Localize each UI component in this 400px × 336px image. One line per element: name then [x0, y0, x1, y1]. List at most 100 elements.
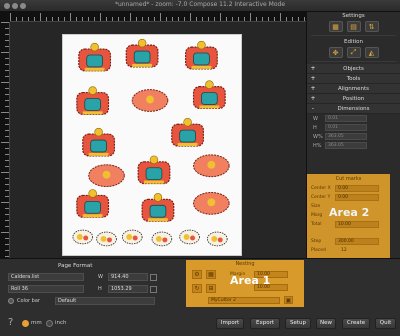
cut-step-field[interactable]: 300.00 [335, 238, 379, 245]
ruler-tick [154, 17, 155, 21]
section-objects[interactable]: + Objects [307, 64, 400, 74]
cut-label: Center X [311, 186, 331, 191]
ruler-tick [70, 13, 71, 21]
divider [311, 35, 396, 36]
sticker[interactable] [125, 38, 159, 68]
dimension-label: H [313, 124, 317, 131]
dimension-w-field[interactable]: 0.01 [325, 115, 367, 122]
ruler-tick [1, 232, 9, 233]
lock-icon[interactable] [150, 273, 157, 281]
ruler-tick [1, 52, 9, 53]
nest-rotate-icon[interactable]: ↻ [192, 284, 202, 293]
sticker[interactable] [121, 229, 143, 245]
color-bar-checkbox[interactable] [8, 298, 14, 304]
dimension-h-percent-field[interactable]: 363.05 [325, 142, 367, 149]
page-format-title: Page Format [58, 263, 93, 269]
ruler-tick [244, 17, 245, 21]
cut-label: Total [311, 222, 322, 227]
sticker[interactable] [82, 127, 116, 157]
section-alignments[interactable]: + Alignments [307, 84, 400, 94]
sticker[interactable] [131, 89, 169, 112]
ruler-tick [46, 17, 47, 21]
sticker[interactable] [76, 188, 110, 218]
print-page[interactable] [62, 34, 242, 256]
layout-icon[interactable]: ▤ [346, 21, 361, 32]
sticker[interactable] [192, 80, 226, 110]
move-icon[interactable]: ✥ [328, 47, 343, 58]
sticker[interactable] [137, 155, 171, 185]
sticker[interactable] [185, 40, 218, 70]
color-bar-select[interactable]: Default [55, 297, 155, 305]
ruler-tick [232, 17, 233, 21]
dimension-label: W% [313, 133, 323, 140]
ruler-tick [5, 184, 9, 185]
roll-select[interactable]: Roll 36 [8, 285, 84, 293]
ruler-tick [5, 64, 9, 65]
ruler-tick [220, 13, 221, 21]
dimension-w-percent-field[interactable]: 363.05 [325, 133, 367, 140]
ruler-tick [166, 17, 167, 21]
sticker[interactable] [151, 231, 173, 247]
section-label: Tools [346, 75, 361, 82]
horizontal-ruler [10, 12, 306, 22]
unit-inch-radio[interactable] [46, 320, 53, 327]
fit-icon[interactable] [150, 285, 157, 293]
dimension-h-field[interactable]: 0.01 [325, 124, 367, 131]
sticker[interactable] [76, 86, 110, 115]
sticker[interactable] [88, 164, 125, 188]
page-height-field[interactable]: 1053.29 [108, 285, 148, 293]
printer-select[interactable]: Caldera.list [8, 273, 84, 281]
settings-toolbar: ▦ ▤ ⇅ [307, 20, 400, 33]
sticker[interactable] [72, 229, 94, 245]
setup-button[interactable]: Setup [285, 318, 311, 329]
sticker[interactable] [193, 191, 230, 215]
import-button[interactable]: Import [216, 318, 244, 329]
sticker[interactable] [179, 229, 200, 245]
ruler-tick [1, 172, 9, 173]
ruler-tick [5, 250, 9, 251]
cut-label: Placed [311, 248, 326, 253]
export-button[interactable]: Export [250, 318, 280, 329]
nest-grid-icon[interactable]: ▦ [206, 270, 216, 279]
sticker[interactable] [96, 231, 117, 247]
ruler-tick [118, 17, 119, 21]
ruler-tick [88, 17, 89, 21]
nest-align-icon[interactable]: ⊞ [206, 284, 216, 293]
section-dimensions[interactable]: - Dimensions [307, 104, 400, 114]
ruler-tick [1, 112, 9, 113]
help-icon[interactable]: ? [8, 317, 13, 328]
ruler-tick [238, 17, 239, 21]
expand-icon: + [310, 75, 316, 82]
ruler-tick [178, 17, 179, 21]
dimension-h-percent: H% 363.05 [307, 141, 400, 150]
sticker[interactable] [206, 231, 228, 247]
ruler-tick [286, 17, 287, 21]
unit-mm-radio[interactable] [22, 320, 29, 327]
ruler-tick [268, 17, 269, 21]
cut-total-field[interactable]: 10.00 [335, 221, 379, 228]
section-position[interactable]: + Position [307, 94, 400, 104]
cutter-settings-icon[interactable]: ▣ [284, 296, 293, 304]
new-button[interactable]: New [316, 318, 336, 329]
sticker[interactable] [193, 154, 230, 178]
sticker[interactable] [141, 192, 175, 222]
properties-panel: Settings ▦ ▤ ⇅ Edition ✥ ⤢ ◭ + Objects +… [306, 12, 400, 270]
sticker[interactable] [78, 42, 112, 72]
sticker[interactable] [171, 117, 205, 147]
nest-auto-icon[interactable]: ⚙ [192, 270, 202, 279]
grid-icon[interactable]: ▦ [328, 21, 343, 32]
create-button[interactable]: Create [342, 318, 370, 329]
section-tools[interactable]: + Tools [307, 74, 400, 84]
cutter-select[interactable]: MyCutter 2 [208, 297, 280, 304]
cut-center-y-field[interactable]: 0.00 [335, 194, 379, 201]
cut-center-x-field[interactable]: 0.00 [335, 185, 379, 192]
shape-icon[interactable]: ◭ [364, 47, 379, 58]
page-width-field[interactable]: 914.40 [108, 273, 148, 281]
sort-icon[interactable]: ⇅ [364, 21, 379, 32]
cut-center-x: Center X 0.00 [307, 184, 390, 193]
ruler-tick [208, 17, 209, 21]
quit-button[interactable]: Quit [375, 318, 396, 329]
ruler-tick [94, 17, 95, 21]
canvas-area[interactable] [0, 12, 306, 258]
resize-icon[interactable]: ⤢ [346, 47, 361, 58]
